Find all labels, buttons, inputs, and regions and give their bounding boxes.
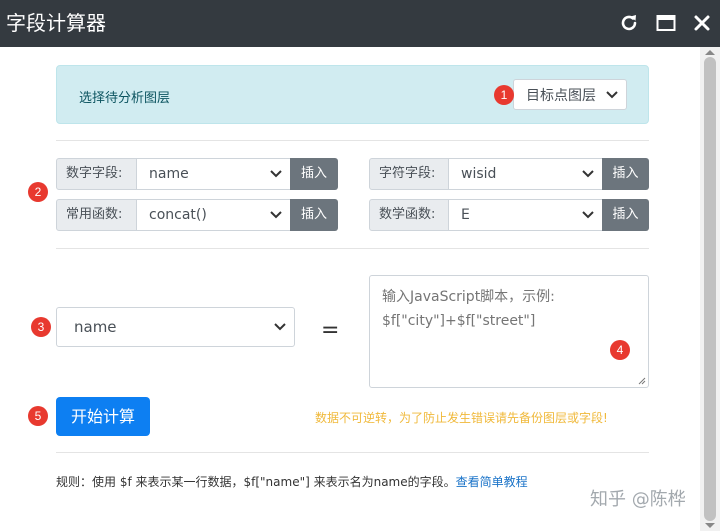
step-badge-5: 5 xyxy=(28,406,48,426)
math-function-value: E xyxy=(461,207,470,223)
title-bar: 字段计算器 xyxy=(0,0,720,47)
target-field-value: name xyxy=(74,318,117,336)
chevron-down-icon xyxy=(582,211,594,219)
rules-description: 规则：使用 $f 来表示某一行数据，$f["name"] 来表示名为name的字… xyxy=(56,475,456,489)
divider xyxy=(56,452,649,453)
chevron-down-icon xyxy=(606,90,618,98)
watermark: 知乎 @陈桦 xyxy=(590,489,686,510)
dialog-body: 选择待分析图层 目标点图层 1 2 数字字段: name 插入 字符字段: wi… xyxy=(0,47,700,531)
equals-sign: = xyxy=(321,318,340,343)
insert-numeric-field-button[interactable]: 插入 xyxy=(290,158,338,190)
step-badge-4: 4 xyxy=(610,340,630,360)
rules-text: 规则：使用 $f 来表示某一行数据，$f["name"] 来表示名为name的字… xyxy=(56,473,528,490)
scroll-down-icon[interactable] xyxy=(705,523,715,528)
start-calculation-button[interactable]: 开始计算 xyxy=(56,397,150,436)
common-function-label: 常用函数: xyxy=(56,199,137,231)
window-title: 字段计算器 xyxy=(6,11,106,35)
tutorial-link[interactable]: 查看简单教程 xyxy=(456,475,528,489)
chevron-down-icon xyxy=(582,170,594,178)
vertical-scrollbar[interactable] xyxy=(700,47,720,531)
divider xyxy=(56,248,649,249)
layer-select[interactable]: 目标点图层 xyxy=(513,79,627,110)
common-function-select[interactable]: concat() xyxy=(136,199,291,231)
layer-panel: 选择待分析图层 目标点图层 xyxy=(56,65,649,124)
numeric-field-label: 数字字段: xyxy=(56,158,137,190)
layer-label: 选择待分析图层 xyxy=(79,91,171,106)
close-icon[interactable] xyxy=(691,12,713,34)
math-function-label: 数学函数: xyxy=(369,199,449,231)
string-field-select[interactable]: wisid xyxy=(448,158,603,190)
insert-math-function-button[interactable]: 插入 xyxy=(602,199,649,231)
maximize-icon[interactable] xyxy=(655,12,677,34)
target-field-select[interactable]: name xyxy=(56,307,295,347)
scroll-up-icon[interactable] xyxy=(705,50,715,55)
step-badge-1: 1 xyxy=(494,85,514,105)
common-function-value: concat() xyxy=(149,207,207,223)
step-badge-3: 3 xyxy=(31,317,51,337)
layer-select-value: 目标点图层 xyxy=(526,87,596,104)
script-textarea[interactable]: 输入JavaScript脚本，示例: $f["city"]+$f["street… xyxy=(369,275,649,388)
insert-common-function-button[interactable]: 插入 xyxy=(290,199,338,231)
numeric-field-value: name xyxy=(149,166,189,182)
backup-warning: 数据不可逆转，为了防止发生错误请先备份图层或字段! xyxy=(315,411,608,425)
math-function-select[interactable]: E xyxy=(448,199,603,231)
insert-string-field-button[interactable]: 插入 xyxy=(602,158,649,190)
string-field-label: 字符字段: xyxy=(369,158,449,190)
refresh-icon[interactable] xyxy=(618,12,640,34)
scroll-thumb[interactable] xyxy=(704,57,716,521)
numeric-field-select[interactable]: name xyxy=(136,158,291,190)
chevron-down-icon xyxy=(274,323,286,331)
chevron-down-icon xyxy=(270,211,282,219)
script-placeholder: 输入JavaScript脚本，示例: $f["city"]+$f["street… xyxy=(382,289,555,329)
divider xyxy=(56,140,649,141)
chevron-down-icon xyxy=(270,170,282,178)
step-badge-2: 2 xyxy=(28,182,48,202)
resize-handle-icon[interactable] xyxy=(637,376,646,385)
string-field-value: wisid xyxy=(461,166,497,182)
